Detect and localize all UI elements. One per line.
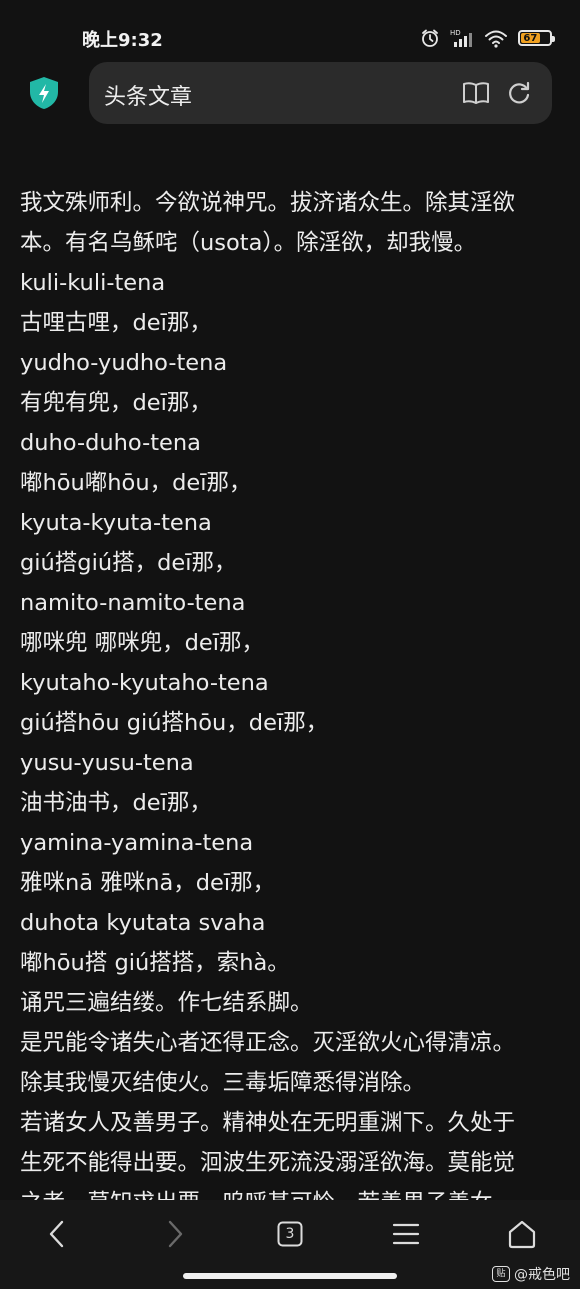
page-title[interactable]: 头条文章 xyxy=(104,79,192,111)
article-line: kuli-kuli-tena xyxy=(20,270,166,296)
signal-icon: HD xyxy=(450,29,472,47)
article-line: yamina-yamina-tena xyxy=(20,830,254,856)
back-button[interactable] xyxy=(35,1214,79,1254)
article-body: 我文殊师利。今欲说神咒。拔济诸众生。除其淫欲 本。有名乌稣咤（usota）。除淫… xyxy=(20,183,565,1200)
alarm-icon xyxy=(422,29,438,47)
article-line: giú搭hōu giú搭hōu，deī那， xyxy=(20,710,329,736)
article-line: 本。有名乌稣咤（usota）。除淫欲，却我慢。 xyxy=(20,230,477,256)
article-line: 有兜有兜，deī那， xyxy=(20,390,212,416)
article-line: 我文殊师利。今欲说神咒。拔济诸众生。除其淫欲 xyxy=(20,190,516,216)
home-icon xyxy=(508,1220,536,1249)
article-line: duho-duho-tena xyxy=(20,430,201,456)
article-line: 诵咒三遍结缕。作七结系脚。 xyxy=(20,990,313,1016)
home-indicator[interactable] xyxy=(183,1273,397,1279)
tabs-icon: 3 xyxy=(277,1221,303,1247)
article-line: 嘟hōu搭 giú搭搭，索hà。 xyxy=(20,950,290,976)
forward-button[interactable] xyxy=(153,1214,197,1254)
svg-text:HD: HD xyxy=(450,29,461,37)
status-time: 晚上9:32 xyxy=(82,30,163,51)
article-line: 若诸女人及善男子。精神处在无明重渊下。久处于 xyxy=(20,1110,516,1136)
article-line: 生死不能得出要。洄波生死流没溺淫欲海。莫能觉 xyxy=(20,1150,516,1176)
article-line: duhota kyutata svaha xyxy=(20,910,266,936)
article-line: kyutaho-kyutaho-tena xyxy=(20,670,269,696)
tabs-count: 3 xyxy=(285,1226,295,1242)
article-line: 古哩古哩，deī那， xyxy=(20,310,212,336)
chevron-right-icon xyxy=(168,1220,183,1248)
article-line: yudho-yudho-tena xyxy=(20,350,228,376)
address-bar[interactable]: 头条文章 xyxy=(89,62,552,124)
article-line: giú搭giú搭，deī那， xyxy=(20,550,237,576)
menu-button[interactable] xyxy=(384,1214,428,1254)
article-line: 之者。莫知求出要。呜呼甚可怜。若善男子善女 xyxy=(20,1183,565,1200)
wifi-icon xyxy=(485,30,507,48)
battery-icon: 67 xyxy=(518,30,555,46)
chevron-left-icon xyxy=(49,1220,64,1248)
status-icons: HD 67 xyxy=(420,26,555,50)
article-line: yusu-yusu-tena xyxy=(20,750,194,776)
article-line: 是咒能令诸失心者还得正念。灭淫欲火心得清凉。 xyxy=(20,1030,516,1056)
tabs-button[interactable]: 3 xyxy=(268,1214,312,1254)
reader-mode-icon[interactable] xyxy=(462,80,490,106)
article-line: 嘟hōu嘟hōu，deī那， xyxy=(20,470,252,496)
reload-icon[interactable] xyxy=(506,80,532,106)
status-bar: 晚上9:32 HD 67 xyxy=(0,0,580,60)
article-line: 哪咪兜 哪咪兜，deī那， xyxy=(20,630,265,656)
article-line: 油书油书，deī那， xyxy=(20,790,212,816)
article-line: 雅咪nā 雅咪nā，deī那， xyxy=(20,870,276,896)
watermark-text: @戒色吧 xyxy=(514,1267,570,1283)
home-button[interactable] xyxy=(500,1214,544,1254)
tieba-logo: 贴 xyxy=(492,1266,510,1282)
article-line: kyuta-kyuta-tena xyxy=(20,510,212,536)
menu-icon xyxy=(392,1223,420,1245)
article-line: 除其我慢灭结使火。三毒垢障悉得消除。 xyxy=(20,1070,426,1096)
shield-icon[interactable] xyxy=(28,76,60,110)
article-line: namito-namito-tena xyxy=(20,590,246,616)
watermark: 贴 @戒色吧 xyxy=(492,1264,570,1284)
battery-level: 67 xyxy=(521,33,540,44)
